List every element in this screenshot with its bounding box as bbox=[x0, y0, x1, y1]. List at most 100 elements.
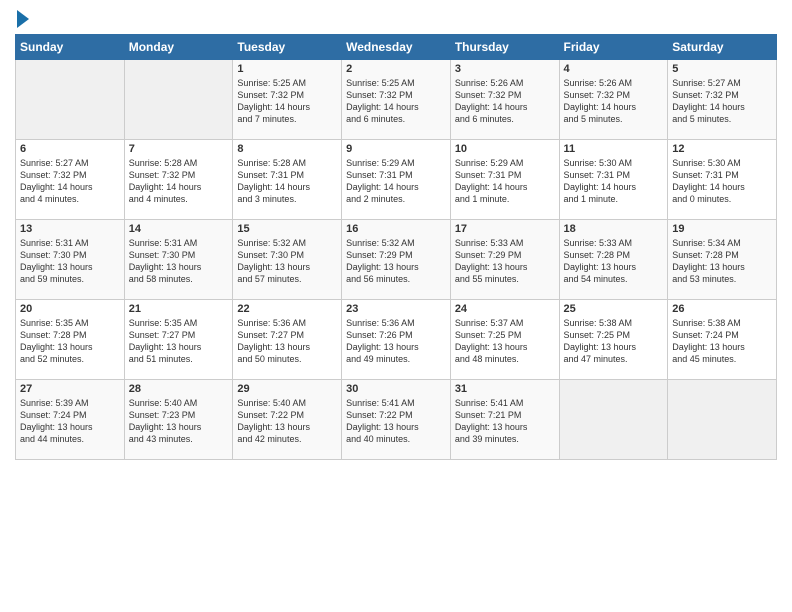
calendar-cell: 28 Sunrise: 5:40 AM Sunset: 7:23 PM Dayli… bbox=[124, 380, 233, 460]
calendar-cell: 16 Sunrise: 5:32 AM Sunset: 7:29 PM Dayli… bbox=[342, 220, 451, 300]
calendar-cell: 7 Sunrise: 5:28 AM Sunset: 7:32 PM Daylig… bbox=[124, 140, 233, 220]
calendar-cell: 30 Sunrise: 5:41 AM Sunset: 7:22 PM Dayli… bbox=[342, 380, 451, 460]
calendar-cell: 14 Sunrise: 5:31 AM Sunset: 7:30 PM Dayli… bbox=[124, 220, 233, 300]
day-number: 28 bbox=[129, 383, 229, 395]
calendar-cell: 11 Sunrise: 5:30 AM Sunset: 7:31 PM Dayli… bbox=[559, 140, 668, 220]
weekday-saturday: Saturday bbox=[668, 35, 777, 60]
cell-content: Sunrise: 5:41 AM Sunset: 7:21 PM Dayligh… bbox=[455, 397, 555, 446]
logo-text bbox=[15, 10, 29, 28]
cell-content: Sunrise: 5:25 AM Sunset: 7:32 PM Dayligh… bbox=[346, 77, 446, 126]
calendar-cell: 21 Sunrise: 5:35 AM Sunset: 7:27 PM Dayli… bbox=[124, 300, 233, 380]
cell-content: Sunrise: 5:38 AM Sunset: 7:25 PM Dayligh… bbox=[564, 317, 664, 366]
day-number: 14 bbox=[129, 223, 229, 235]
header bbox=[15, 10, 777, 26]
cell-content: Sunrise: 5:35 AM Sunset: 7:27 PM Dayligh… bbox=[129, 317, 229, 366]
day-number: 29 bbox=[237, 383, 337, 395]
cell-content: Sunrise: 5:26 AM Sunset: 7:32 PM Dayligh… bbox=[564, 77, 664, 126]
cell-content: Sunrise: 5:27 AM Sunset: 7:32 PM Dayligh… bbox=[672, 77, 772, 126]
day-number: 16 bbox=[346, 223, 446, 235]
calendar-week-4: 20 Sunrise: 5:35 AM Sunset: 7:28 PM Dayli… bbox=[16, 300, 777, 380]
calendar-cell: 23 Sunrise: 5:36 AM Sunset: 7:26 PM Dayli… bbox=[342, 300, 451, 380]
calendar-week-3: 13 Sunrise: 5:31 AM Sunset: 7:30 PM Dayli… bbox=[16, 220, 777, 300]
day-number: 18 bbox=[564, 223, 664, 235]
cell-content: Sunrise: 5:26 AM Sunset: 7:32 PM Dayligh… bbox=[455, 77, 555, 126]
day-number: 23 bbox=[346, 303, 446, 315]
cell-content: Sunrise: 5:32 AM Sunset: 7:29 PM Dayligh… bbox=[346, 237, 446, 286]
calendar-cell: 19 Sunrise: 5:34 AM Sunset: 7:28 PM Dayli… bbox=[668, 220, 777, 300]
weekday-thursday: Thursday bbox=[450, 35, 559, 60]
cell-content: Sunrise: 5:31 AM Sunset: 7:30 PM Dayligh… bbox=[20, 237, 120, 286]
calendar-cell bbox=[668, 380, 777, 460]
day-number: 22 bbox=[237, 303, 337, 315]
calendar-table: SundayMondayTuesdayWednesdayThursdayFrid… bbox=[15, 34, 777, 460]
weekday-friday: Friday bbox=[559, 35, 668, 60]
calendar-cell: 9 Sunrise: 5:29 AM Sunset: 7:31 PM Daylig… bbox=[342, 140, 451, 220]
cell-content: Sunrise: 5:41 AM Sunset: 7:22 PM Dayligh… bbox=[346, 397, 446, 446]
cell-content: Sunrise: 5:32 AM Sunset: 7:30 PM Dayligh… bbox=[237, 237, 337, 286]
day-number: 7 bbox=[129, 143, 229, 155]
calendar-cell: 26 Sunrise: 5:38 AM Sunset: 7:24 PM Dayli… bbox=[668, 300, 777, 380]
cell-content: Sunrise: 5:31 AM Sunset: 7:30 PM Dayligh… bbox=[129, 237, 229, 286]
cell-content: Sunrise: 5:29 AM Sunset: 7:31 PM Dayligh… bbox=[346, 157, 446, 206]
cell-content: Sunrise: 5:27 AM Sunset: 7:32 PM Dayligh… bbox=[20, 157, 120, 206]
calendar-cell bbox=[124, 60, 233, 140]
day-number: 12 bbox=[672, 143, 772, 155]
day-number: 21 bbox=[129, 303, 229, 315]
cell-content: Sunrise: 5:25 AM Sunset: 7:32 PM Dayligh… bbox=[237, 77, 337, 126]
cell-content: Sunrise: 5:29 AM Sunset: 7:31 PM Dayligh… bbox=[455, 157, 555, 206]
cell-content: Sunrise: 5:38 AM Sunset: 7:24 PM Dayligh… bbox=[672, 317, 772, 366]
calendar-cell: 22Sunrise: 5:36 AM Sunset: 7:27 PM Dayli… bbox=[233, 300, 342, 380]
calendar-cell: 1 Sunrise: 5:25 AM Sunset: 7:32 PM Daylig… bbox=[233, 60, 342, 140]
day-number: 13 bbox=[20, 223, 120, 235]
cell-content: Sunrise: 5:35 AM Sunset: 7:28 PM Dayligh… bbox=[20, 317, 120, 366]
cell-content: Sunrise: 5:28 AM Sunset: 7:31 PM Dayligh… bbox=[237, 157, 337, 206]
calendar-week-2: 6 Sunrise: 5:27 AM Sunset: 7:32 PM Daylig… bbox=[16, 140, 777, 220]
calendar-cell bbox=[16, 60, 125, 140]
day-number: 24 bbox=[455, 303, 555, 315]
day-number: 19 bbox=[672, 223, 772, 235]
calendar-cell: 10Sunrise: 5:29 AM Sunset: 7:31 PM Dayli… bbox=[450, 140, 559, 220]
day-number: 9 bbox=[346, 143, 446, 155]
cell-content: Sunrise: 5:30 AM Sunset: 7:31 PM Dayligh… bbox=[672, 157, 772, 206]
day-number: 1 bbox=[237, 63, 337, 75]
cell-content: Sunrise: 5:40 AM Sunset: 7:22 PM Dayligh… bbox=[237, 397, 337, 446]
page-container: SundayMondayTuesdayWednesdayThursdayFrid… bbox=[0, 0, 792, 470]
logo bbox=[15, 10, 29, 26]
cell-content: Sunrise: 5:34 AM Sunset: 7:28 PM Dayligh… bbox=[672, 237, 772, 286]
day-number: 8 bbox=[237, 143, 337, 155]
calendar-cell: 29 Sunrise: 5:40 AM Sunset: 7:22 PM Dayli… bbox=[233, 380, 342, 460]
cell-content: Sunrise: 5:39 AM Sunset: 7:24 PM Dayligh… bbox=[20, 397, 120, 446]
day-number: 26 bbox=[672, 303, 772, 315]
logo-arrow-icon bbox=[17, 10, 29, 28]
calendar-cell: 6 Sunrise: 5:27 AM Sunset: 7:32 PM Daylig… bbox=[16, 140, 125, 220]
calendar-cell: 31 Sunrise: 5:41 AM Sunset: 7:21 PM Dayli… bbox=[450, 380, 559, 460]
cell-content: Sunrise: 5:36 AM Sunset: 7:26 PM Dayligh… bbox=[346, 317, 446, 366]
day-number: 17 bbox=[455, 223, 555, 235]
day-number: 31 bbox=[455, 383, 555, 395]
day-number: 20 bbox=[20, 303, 120, 315]
weekday-tuesday: Tuesday bbox=[233, 35, 342, 60]
day-number: 15 bbox=[237, 223, 337, 235]
day-number: 6 bbox=[20, 143, 120, 155]
calendar-cell: 5Sunrise: 5:27 AM Sunset: 7:32 PM Daylig… bbox=[668, 60, 777, 140]
calendar-cell: 15 Sunrise: 5:32 AM Sunset: 7:30 PM Dayli… bbox=[233, 220, 342, 300]
weekday-header-row: SundayMondayTuesdayWednesdayThursdayFrid… bbox=[16, 35, 777, 60]
day-number: 25 bbox=[564, 303, 664, 315]
weekday-wednesday: Wednesday bbox=[342, 35, 451, 60]
weekday-sunday: Sunday bbox=[16, 35, 125, 60]
calendar-week-5: 27 Sunrise: 5:39 AM Sunset: 7:24 PM Dayli… bbox=[16, 380, 777, 460]
day-number: 27 bbox=[20, 383, 120, 395]
cell-content: Sunrise: 5:40 AM Sunset: 7:23 PM Dayligh… bbox=[129, 397, 229, 446]
cell-content: Sunrise: 5:28 AM Sunset: 7:32 PM Dayligh… bbox=[129, 157, 229, 206]
calendar-week-1: 1 Sunrise: 5:25 AM Sunset: 7:32 PM Daylig… bbox=[16, 60, 777, 140]
day-number: 4 bbox=[564, 63, 664, 75]
calendar-cell: 2 Sunrise: 5:25 AM Sunset: 7:32 PM Daylig… bbox=[342, 60, 451, 140]
cell-content: Sunrise: 5:30 AM Sunset: 7:31 PM Dayligh… bbox=[564, 157, 664, 206]
weekday-monday: Monday bbox=[124, 35, 233, 60]
calendar-cell: 17Sunrise: 5:33 AM Sunset: 7:29 PM Dayli… bbox=[450, 220, 559, 300]
day-number: 2 bbox=[346, 63, 446, 75]
calendar-cell: 8 Sunrise: 5:28 AM Sunset: 7:31 PM Daylig… bbox=[233, 140, 342, 220]
cell-content: Sunrise: 5:33 AM Sunset: 7:28 PM Dayligh… bbox=[564, 237, 664, 286]
day-number: 30 bbox=[346, 383, 446, 395]
day-number: 11 bbox=[564, 143, 664, 155]
